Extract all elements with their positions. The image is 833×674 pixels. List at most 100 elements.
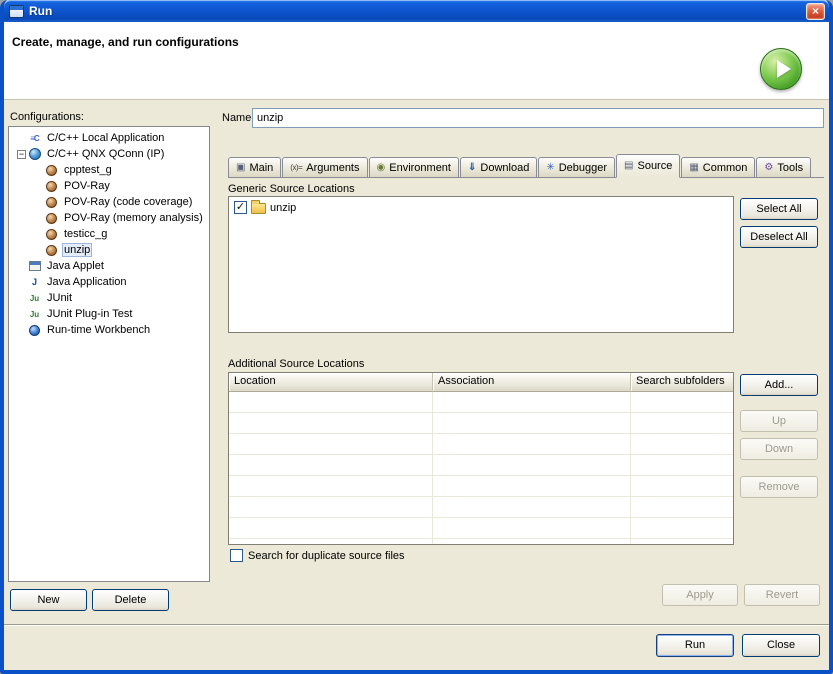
column-divider (432, 392, 433, 544)
column-header-association[interactable]: Association (433, 373, 631, 392)
close-button[interactable]: × (806, 3, 825, 20)
apply-button: Apply (662, 584, 738, 606)
checkbox-checked-icon[interactable]: ✓ (234, 201, 247, 214)
launch-config-icon (46, 213, 57, 224)
additional-source-locations-label: Additional Source Locations (228, 358, 364, 370)
select-all-button[interactable]: Select All (740, 198, 818, 220)
tab-label: Common (703, 162, 748, 174)
cpp-local-app-icon: ≡C (28, 132, 41, 145)
footer-separator (4, 624, 829, 626)
tree-item-pov-ray-memory-analysis[interactable]: POV-Ray (memory analysis) (9, 210, 209, 226)
debugger-tab-icon: ✳ (546, 163, 554, 173)
tab-environment[interactable]: ◉ Environment (369, 157, 460, 177)
main-tab-icon: ▣ (236, 163, 245, 173)
tree-item-label: unzip (62, 243, 92, 257)
remove-button: Remove (740, 476, 818, 498)
table-body[interactable] (229, 392, 733, 544)
generic-source-item-unzip[interactable]: ✓ unzip (234, 201, 728, 214)
tree-item-pov-ray-code-coverage[interactable]: POV-Ray (code coverage) (9, 194, 209, 210)
collapse-handle-icon[interactable]: − (17, 150, 26, 159)
configurations-tree[interactable]: ≡C C/C++ Local Application − C/C++ QNX Q… (8, 126, 210, 582)
tree-item-junit[interactable]: Ju JUnit (9, 290, 209, 306)
tree-item-cpptest-g[interactable]: cpptest_g (9, 162, 209, 178)
tree-item-label: C/C++ QNX QConn (IP) (45, 148, 166, 160)
window-title: Run (29, 4, 52, 18)
tab-label: Download (480, 162, 529, 174)
delete-button[interactable]: Delete (92, 589, 169, 611)
tree-item-label: Java Applet (45, 260, 106, 272)
tree-item-java-applet[interactable]: Java Applet (9, 258, 209, 274)
run-dialog-icon (9, 5, 24, 18)
source-tab-icon: ▤ (624, 161, 633, 171)
banner: Create, manage, and run configurations (4, 22, 829, 100)
tree-item-unzip[interactable]: unzip (9, 242, 209, 258)
tree-item-testicc-g[interactable]: testicc_g (9, 226, 209, 242)
tree-item-java-application[interactable]: J Java Application (9, 274, 209, 290)
tree-item-label: POV-Ray (62, 180, 112, 192)
up-button: Up (740, 410, 818, 432)
tab-common[interactable]: ▦ Common (681, 157, 755, 177)
deselect-all-button[interactable]: Deselect All (740, 226, 818, 248)
checkbox-unchecked-icon[interactable] (230, 549, 243, 562)
tab-source[interactable]: ▤ Source (616, 154, 680, 178)
common-tab-icon: ▦ (689, 163, 698, 173)
new-button[interactable]: New (10, 589, 87, 611)
tree-item-pov-ray[interactable]: POV-Ray (9, 178, 209, 194)
junit-plugin-icon: Ju (28, 308, 41, 321)
play-arrow-icon (777, 60, 791, 78)
tab-download[interactable]: ⇓ Download (460, 157, 537, 177)
tab-folder: ▣ Main (x)= Arguments ◉ Environment ⇓ Do… (228, 154, 824, 178)
tree-item-label: C/C++ Local Application (45, 132, 166, 144)
run-launch-icon (760, 48, 802, 90)
tab-label: Debugger (559, 162, 607, 174)
table-header-row: Location Association Search subfolders (229, 373, 733, 392)
qnx-globe-icon (29, 148, 41, 160)
tab-arguments[interactable]: (x)= Arguments (282, 157, 367, 177)
tab-main[interactable]: ▣ Main (228, 157, 281, 177)
duplicate-sources-label: Search for duplicate source files (248, 550, 405, 562)
tab-label: Tools (777, 162, 803, 174)
generic-source-list[interactable]: ✓ unzip (228, 196, 734, 333)
tab-label: Source (637, 160, 672, 172)
tree-item-label: POV-Ray (code coverage) (62, 196, 194, 208)
generic-source-item-label: unzip (270, 202, 296, 214)
configurations-label: Configurations: (10, 111, 84, 123)
generic-source-locations-label: Generic Source Locations (228, 183, 355, 195)
launch-config-icon (46, 229, 57, 240)
tab-label: Main (249, 162, 273, 174)
column-header-search-subfolders[interactable]: Search subfolders (631, 373, 733, 392)
column-divider (630, 392, 631, 544)
workbench-icon (29, 325, 40, 336)
titlebar[interactable]: Run × (4, 0, 829, 22)
name-label: Name: (222, 112, 254, 124)
tab-debugger[interactable]: ✳ Debugger (538, 157, 615, 177)
java-applet-icon (29, 261, 41, 271)
launch-config-icon (46, 165, 57, 176)
add-button[interactable]: Add... (740, 374, 818, 396)
tools-tab-icon: ⚙ (764, 163, 773, 173)
run-button[interactable]: Run (656, 634, 734, 657)
tab-tools[interactable]: ⚙ Tools (756, 157, 811, 177)
tree-item-label: testicc_g (62, 228, 109, 240)
duplicate-sources-option[interactable]: Search for duplicate source files (230, 549, 405, 562)
junit-icon: Ju (28, 292, 41, 305)
run-dialog-window: Run × Create, manage, and run configurat… (0, 0, 833, 674)
download-tab-icon: ⇓ (468, 163, 476, 173)
close-dialog-button[interactable]: Close (742, 634, 820, 657)
launch-config-icon (46, 181, 57, 192)
folder-icon (251, 203, 266, 214)
arguments-tab-icon: (x)= (290, 164, 302, 172)
tree-item-cpp-local-application[interactable]: ≡C C/C++ Local Application (9, 130, 209, 146)
column-header-location[interactable]: Location (229, 373, 433, 392)
tree-item-runtime-workbench[interactable]: Run-time Workbench (9, 322, 209, 338)
tab-label: Arguments (306, 162, 359, 174)
tree-item-junit-plugin-test[interactable]: Ju JUnit Plug-in Test (9, 306, 209, 322)
revert-button: Revert (744, 584, 820, 606)
tree-item-cpp-qnx-qconn[interactable]: − C/C++ QNX QConn (IP) (9, 146, 209, 162)
additional-source-table[interactable]: Location Association Search subfolders (228, 372, 734, 545)
name-input[interactable] (252, 108, 824, 128)
banner-title: Create, manage, and run configurations (12, 35, 239, 49)
tab-label: Environment (389, 162, 451, 174)
launch-config-icon (46, 197, 57, 208)
environment-tab-icon: ◉ (377, 163, 386, 173)
